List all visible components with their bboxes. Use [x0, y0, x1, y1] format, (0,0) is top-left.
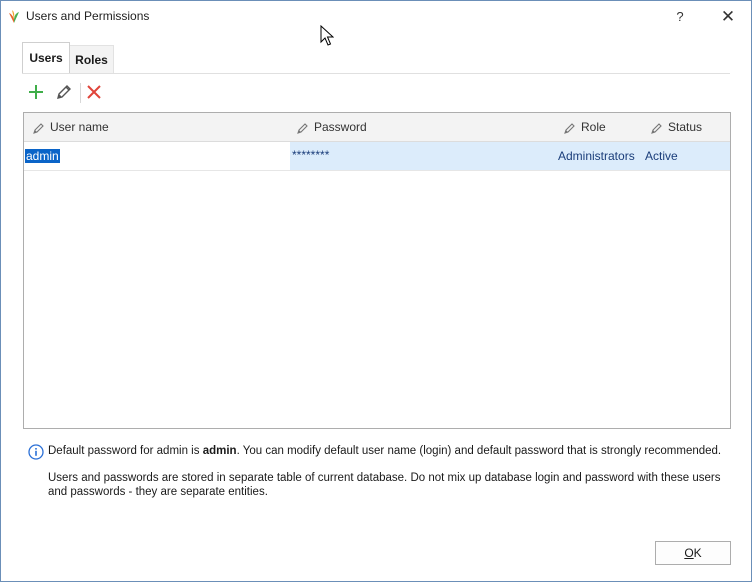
pencil-icon — [57, 85, 71, 99]
tab-users[interactable]: Users — [22, 42, 70, 74]
add-user-button[interactable] — [25, 81, 47, 103]
mouse-cursor-icon — [320, 25, 334, 46]
role-cell[interactable]: Administrators — [558, 142, 635, 170]
info-default-password: Default password for admin is admin. You… — [48, 445, 721, 457]
window-title: Users and Permissions — [26, 9, 150, 23]
password-cell[interactable]: ******** — [292, 142, 329, 170]
info-bold-password: admin — [202, 445, 237, 457]
column-header-label: Role — [581, 120, 606, 134]
column-header-label: Password — [314, 120, 367, 134]
ok-mnemonic: O — [684, 546, 694, 560]
delete-user-button[interactable] — [83, 81, 105, 103]
close-button[interactable]: ✕ — [714, 5, 742, 29]
pencil-icon — [651, 122, 662, 134]
info-separate-table: Users and passwords are stored in separa… — [48, 472, 721, 498]
tab-divider — [22, 73, 730, 74]
column-header-label: Status — [668, 120, 703, 134]
info-text: . You can modify default user name (logi… — [236, 445, 722, 457]
pencil-icon — [297, 122, 308, 134]
user-name-value[interactable]: admin — [25, 149, 60, 163]
column-header-user-name[interactable]: User name — [33, 113, 109, 142]
ok-button[interactable]: OK — [655, 541, 731, 565]
delete-icon — [87, 85, 101, 99]
column-header-role[interactable]: Role — [564, 113, 606, 142]
column-header-status[interactable]: Status — [651, 113, 702, 142]
user-name-cell[interactable]: admin — [24, 142, 290, 170]
help-button[interactable]: ? — [668, 5, 692, 29]
tab-roles[interactable]: Roles — [70, 45, 114, 73]
status-cell[interactable]: Active — [645, 142, 678, 170]
column-header-label: User name — [50, 120, 109, 134]
users-permissions-dialog: Users and Permissions ? ✕ Users Roles Us… — [0, 0, 752, 582]
ok-label: K — [693, 546, 702, 560]
table-row[interactable]: admin ******** Administrators Active — [24, 142, 730, 171]
users-grid: User name Password Role Status admin ***… — [23, 112, 731, 429]
toolbar-separator — [80, 83, 81, 103]
edit-user-button[interactable] — [53, 81, 75, 103]
info-icon — [28, 444, 44, 460]
add-icon — [29, 85, 43, 99]
title-bar: Users and Permissions ? ✕ — [1, 1, 751, 32]
pencil-icon — [564, 122, 575, 134]
column-header-password[interactable]: Password — [297, 113, 367, 142]
pencil-icon — [33, 122, 44, 134]
grid-header: User name Password Role Status — [24, 113, 730, 142]
app-logo-icon — [9, 10, 19, 23]
info-text: Default password for admin is — [48, 445, 203, 457]
